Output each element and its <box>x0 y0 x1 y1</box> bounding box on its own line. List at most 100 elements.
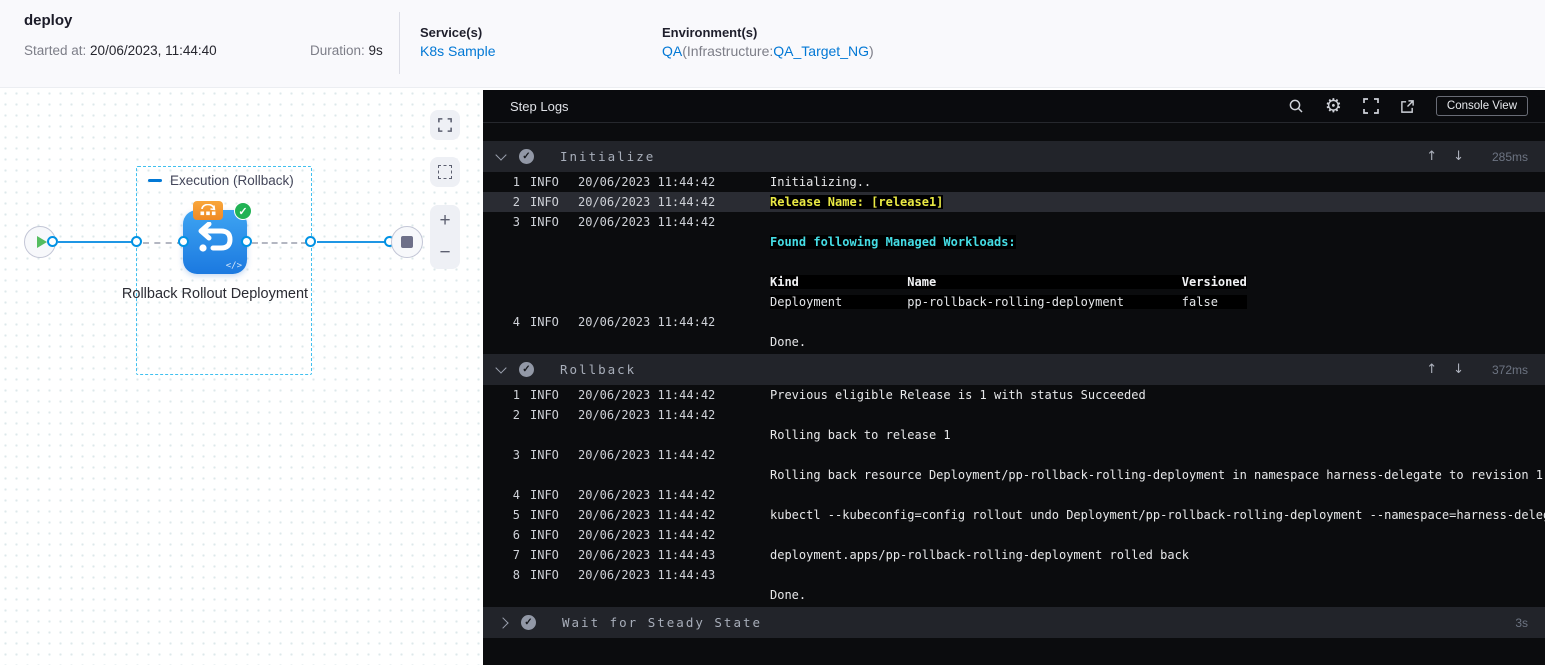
log-line-number: 1 <box>512 388 520 402</box>
chevron-right-icon[interactable] <box>497 616 509 629</box>
log-row: Rolling back to release 1 <box>483 425 1545 445</box>
log-row: 8 INFO 20/06/2023 11:44:43 <box>483 565 1545 585</box>
log-message: Rolling back to release 1 <box>770 428 1545 442</box>
pipeline-canvas[interactable]: Execution (Rollback) ✓ </> Rollback Roll… <box>0 88 483 665</box>
chevron-down-icon[interactable] <box>495 362 507 374</box>
end-node[interactable] <box>391 226 423 258</box>
log-row: Found following Managed Workloads: <box>483 232 1545 252</box>
step-logs-panel: Step Logs ⚙ Console View ✓ Initialize ↑ ↓ 28… <box>483 90 1545 665</box>
execution-group-header[interactable]: Execution (Rollback) <box>148 173 294 188</box>
scroll-to-top-icon[interactable]: ↑ <box>1426 149 1437 164</box>
console-view-button[interactable]: Console View <box>1435 96 1528 116</box>
edge-dashed-line <box>252 241 307 244</box>
log-level: INFO <box>530 315 559 329</box>
log-body[interactable]: ✓ Initialize ↑ ↓ 285ms 1 INFO 20/06/2023 11:44:… <box>483 123 1545 665</box>
execution-header: deploy Started at: 20/06/2023, 11:44:40 … <box>0 0 1545 88</box>
canvas-marquee-button[interactable] <box>430 157 460 187</box>
log-row: Deployment pp-rollback-rolling-deploymen… <box>483 292 1545 312</box>
execution-group-label: Execution (Rollback) <box>170 173 294 188</box>
log-timestamp: 20/06/2023 11:44:42 <box>578 215 716 229</box>
log-message: Initializing.. <box>770 175 1545 189</box>
log-timestamp: 20/06/2023 11:44:42 <box>578 488 716 502</box>
scroll-to-bottom-icon[interactable]: ↓ <box>1453 362 1464 377</box>
log-level: INFO <box>530 568 559 582</box>
log-row: Done. <box>483 585 1545 605</box>
log-timestamp: 20/06/2023 11:44:42 <box>578 388 716 402</box>
canvas-zoom-control: + − <box>430 205 460 269</box>
log-message: Kind Name Versioned <box>770 275 1545 289</box>
log-line-number: 5 <box>512 508 520 522</box>
log-message: Release Name: [release1] <box>770 195 1545 209</box>
header-divider <box>399 12 400 74</box>
log-message: Found following Managed Workloads: <box>770 235 1545 249</box>
log-row: 2 INFO 20/06/2023 11:44:42 <box>483 405 1545 425</box>
log-level: INFO <box>530 408 559 422</box>
log-level: INFO <box>530 448 559 462</box>
log-level: INFO <box>530 215 559 229</box>
log-message: Deployment pp-rollback-rolling-deploymen… <box>770 295 1545 309</box>
environment-link[interactable]: QA(Infrastructure:QA_Target_NG) <box>662 43 874 59</box>
log-line-number: 2 <box>512 195 520 209</box>
section-duration: 3s <box>1515 615 1528 630</box>
service-link[interactable]: K8s Sample <box>420 43 495 59</box>
fullscreen-icon[interactable] <box>1363 98 1379 114</box>
log-message-text: Kind Name Versioned <box>770 275 1247 289</box>
log-message-text: Initializing.. <box>770 175 872 189</box>
zoom-out-button[interactable]: − <box>439 243 450 262</box>
success-check-icon: ✓ <box>519 362 534 377</box>
play-icon <box>36 236 47 248</box>
started-at: Started at: 20/06/2023, 11:44:40 <box>24 43 217 58</box>
log-line-number: 8 <box>512 568 520 582</box>
section-duration: 285ms <box>1491 149 1528 164</box>
canvas-fullscreen-button[interactable] <box>430 110 460 140</box>
section-title: Initialize <box>560 149 656 164</box>
log-message-text: Rolling back resource Deployment/pp-roll… <box>770 468 1544 482</box>
log-level: INFO <box>530 528 559 542</box>
fullscreen-icon <box>438 118 452 132</box>
gear-icon[interactable]: ⚙ <box>1325 96 1342 116</box>
log-row: 2 INFO 20/06/2023 11:44:42 Release Name: [r… <box>483 192 1545 212</box>
log-timestamp: 20/06/2023 11:44:42 <box>578 528 716 542</box>
log-line-number: 4 <box>512 315 520 329</box>
log-timestamp: 20/06/2023 11:44:42 <box>578 508 716 522</box>
log-level: INFO <box>530 548 559 562</box>
success-check-icon: ✓ <box>519 149 534 164</box>
marquee-select-icon <box>438 165 452 179</box>
log-row: 6 INFO 20/06/2023 11:44:42 <box>483 525 1545 545</box>
scroll-to-bottom-icon[interactable]: ↓ <box>1453 149 1464 164</box>
log-section-header-rollback[interactable]: ✓ Rollback ↑ ↓ 372ms <box>483 354 1545 385</box>
log-message-text: Done. <box>770 335 807 349</box>
rollout-badge-icon <box>193 201 223 220</box>
log-message-text: Previous eligible Release is 1 with stat… <box>770 388 1146 402</box>
panel-title: Step Logs <box>510 98 569 114</box>
log-section-header-initialize[interactable]: ✓ Initialize ↑ ↓ 285ms <box>483 141 1545 172</box>
section-header-right: 3s <box>1480 616 1528 630</box>
services-label: Service(s) <box>420 25 483 40</box>
chevron-down-icon[interactable] <box>495 149 507 161</box>
scroll-to-top-icon[interactable]: ↑ <box>1426 362 1437 377</box>
edge-line <box>317 241 387 243</box>
duration: Duration: 9s <box>310 43 383 58</box>
log-level: INFO <box>530 195 559 209</box>
zoom-in-button[interactable]: + <box>439 211 450 230</box>
rollback-step-node[interactable]: ✓ </> <box>183 201 252 274</box>
step-label: Rollback Rollout Deployment <box>121 286 309 302</box>
log-message-text: Done. <box>770 588 807 602</box>
log-row: Kind Name Versioned <box>483 272 1545 292</box>
success-check-icon: ✓ <box>521 615 536 630</box>
log-section-header-wait-for-steady-state[interactable]: ✓ Wait for Steady State 3s <box>483 607 1545 638</box>
log-row: 4 INFO 20/06/2023 11:44:42 <box>483 485 1545 505</box>
log-line-number: 1 <box>512 175 520 189</box>
code-glyph-icon: </> <box>225 261 242 271</box>
log-message-text: Found following Managed Workloads: <box>770 235 1016 249</box>
log-message: kubectl --kubeconfig=config rollout undo… <box>770 508 1545 522</box>
log-message: Done. <box>770 588 1545 602</box>
section-duration: 372ms <box>1491 362 1528 377</box>
log-level: INFO <box>530 388 559 402</box>
section-title: Rollback <box>560 362 637 377</box>
edge-dashed-line <box>143 241 183 244</box>
collapse-group-icon[interactable] <box>148 179 162 182</box>
log-message: deployment.apps/pp-rollback-rolling-depl… <box>770 548 1545 562</box>
open-in-new-icon[interactable] <box>1400 99 1415 114</box>
search-icon[interactable] <box>1288 98 1304 114</box>
